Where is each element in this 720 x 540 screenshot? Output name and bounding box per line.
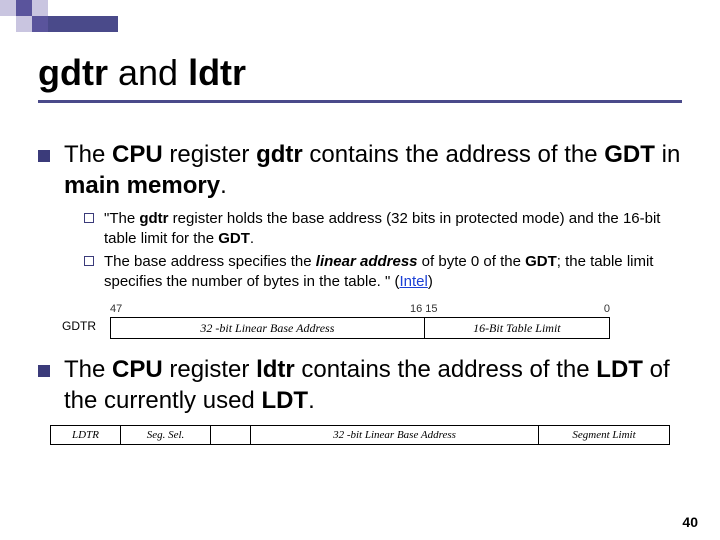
gdtr-base-field: 32 -bit Linear Base Address	[111, 318, 425, 338]
bullet-1-text: The CPU register gdtr contains the addre…	[64, 140, 682, 201]
sub-bullet-2: The base address specifies the linear ad…	[84, 252, 682, 291]
gdtr-box: 32 -bit Linear Base Address 16-Bit Table…	[110, 317, 610, 339]
ldtr-limit: Segment Limit	[539, 426, 669, 444]
hollow-bullet-icon	[84, 213, 94, 223]
gdtr-label: GDTR	[62, 319, 96, 333]
bullet-2: The CPU register ldtr contains the addre…	[38, 355, 682, 416]
square-bullet-icon	[38, 365, 50, 377]
bullet-2-text: The CPU register ldtr contains the addre…	[64, 355, 682, 416]
bullet-1: The CPU register gdtr contains the addre…	[38, 140, 682, 201]
square-bullet-icon	[38, 150, 50, 162]
gdtr-diagram: 47 16 15 0 GDTR 32 -bit Linear Base Addr…	[110, 303, 610, 339]
slide-content: The CPU register gdtr contains the addre…	[38, 140, 682, 445]
sub-bullet-2-text: The base address specifies the linear ad…	[104, 252, 682, 291]
title-and: and	[108, 52, 188, 93]
intel-link[interactable]: Intel	[399, 273, 427, 290]
ldtr-segsel: Seg. Sel.	[121, 426, 211, 444]
ldtr-diagram: LDTR Seg. Sel. 32 -bit Linear Base Addre…	[50, 425, 670, 445]
gdtr-ticks: 47 16 15 0	[110, 303, 610, 317]
slide-title: gdtr and ldtr	[38, 52, 246, 94]
sub-bullet-1: "The gdtr register holds the base addres…	[84, 209, 682, 248]
ldtr-gap	[211, 426, 251, 444]
hollow-bullet-icon	[84, 256, 94, 266]
gdtr-limit-field: 16-Bit Table Limit	[425, 318, 609, 338]
tick-47: 47	[110, 303, 122, 315]
ldtr-label: LDTR	[51, 426, 121, 444]
title-underline	[38, 100, 682, 103]
title-ldtr: ldtr	[188, 52, 246, 93]
page-number: 40	[682, 514, 698, 530]
corner-decoration	[0, 0, 120, 36]
sub-bullet-list: "The gdtr register holds the base addres…	[84, 209, 682, 291]
tick-0: 0	[604, 303, 610, 315]
title-gdtr: gdtr	[38, 52, 108, 93]
ldtr-base: 32 -bit Linear Base Address	[251, 426, 539, 444]
tick-16-15: 16 15	[410, 303, 438, 315]
sub-bullet-1-text: "The gdtr register holds the base addres…	[104, 209, 682, 248]
